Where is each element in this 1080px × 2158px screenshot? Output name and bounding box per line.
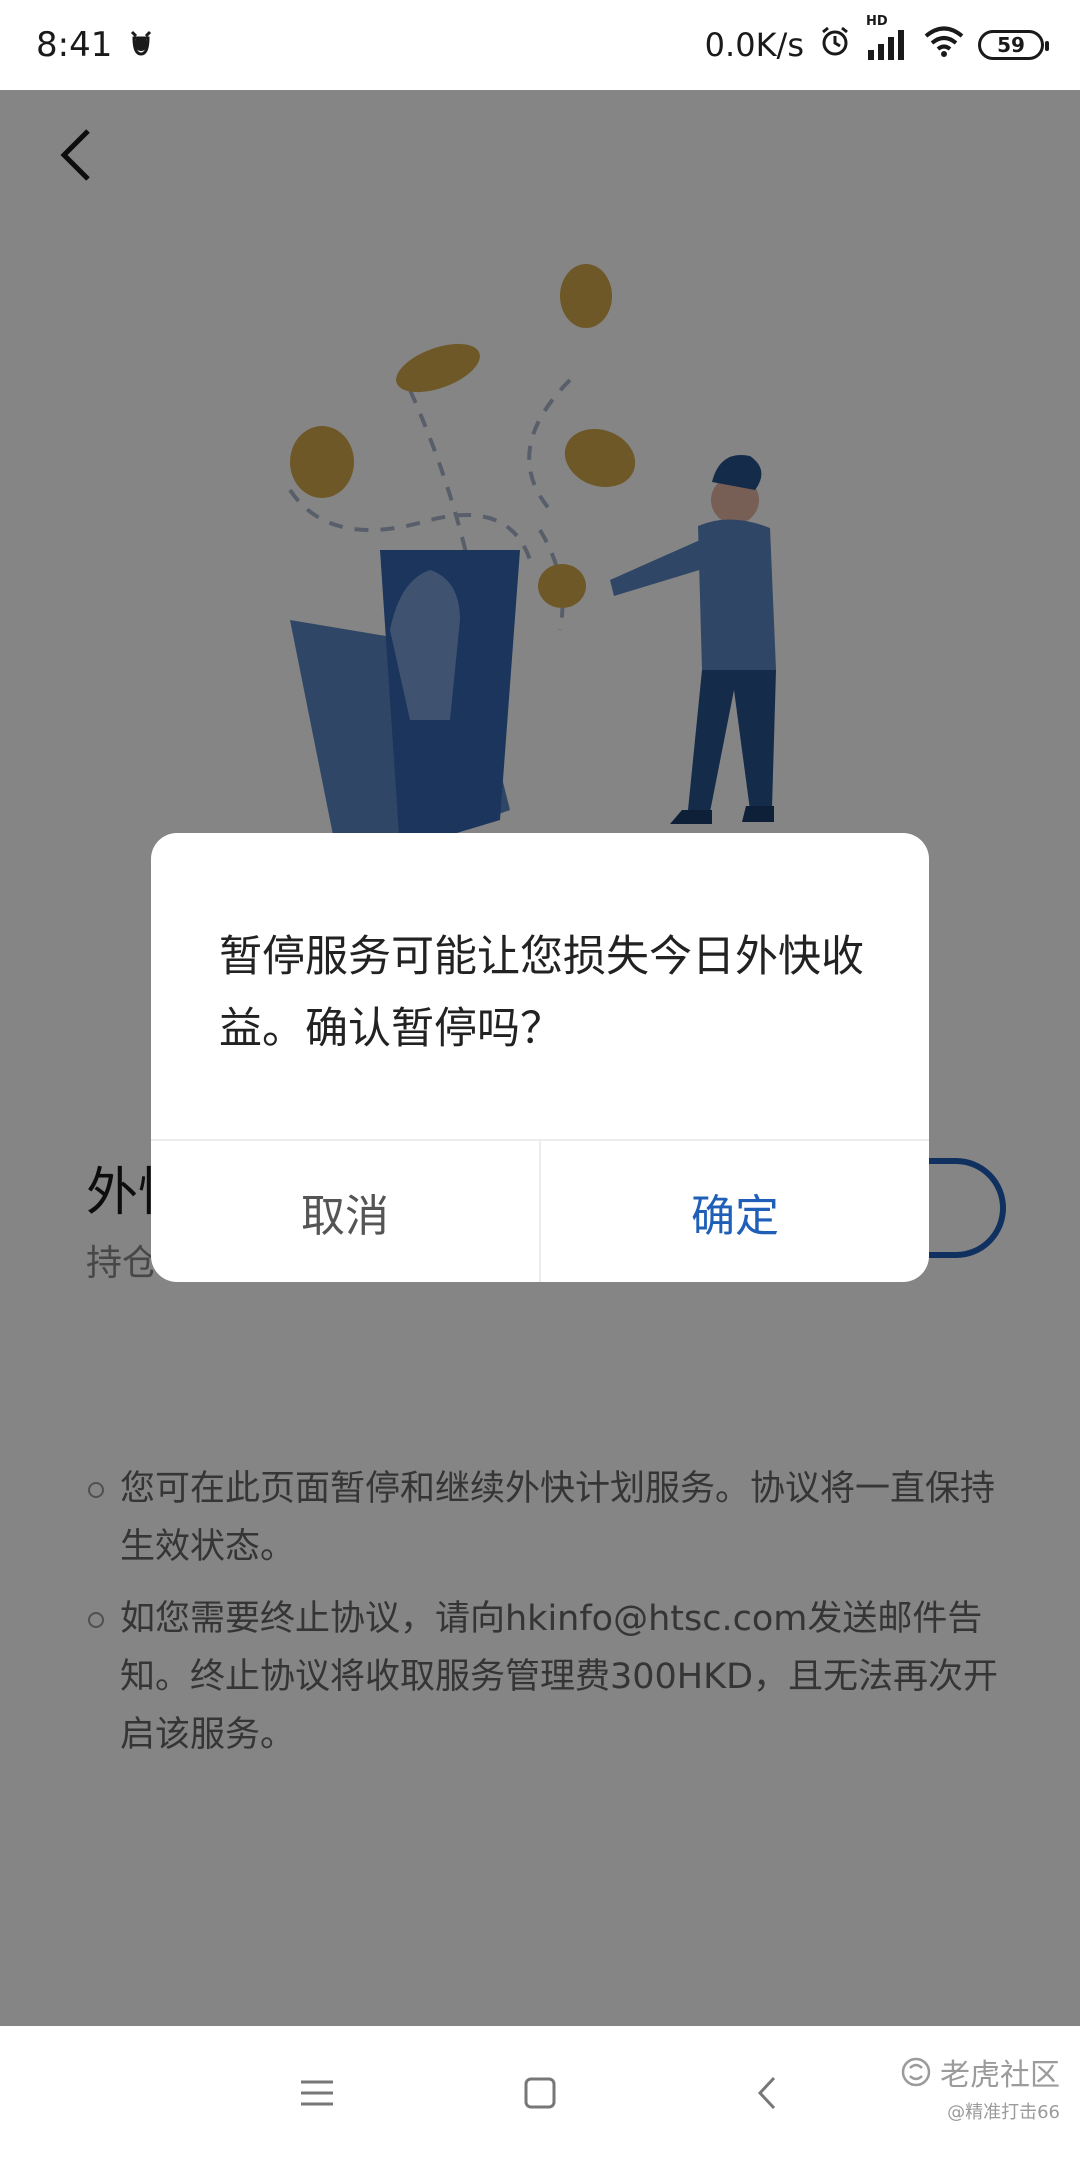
status-right: 0.0K/s HD 59 — [704, 14, 1049, 66]
back-nav-icon[interactable] — [742, 2068, 792, 2118]
menu-icon[interactable] — [292, 2068, 342, 2118]
wifi-icon — [924, 25, 964, 65]
network-speed: 0.0K/s — [704, 26, 804, 64]
cancel-button[interactable]: 取消 — [151, 1141, 541, 1282]
status-time: 8:41 — [36, 25, 113, 65]
battery-level: 59 — [997, 33, 1025, 57]
battery-icon: 59 — [978, 30, 1049, 60]
signal-icon: HD — [866, 14, 910, 62]
status-left: 8:41 — [36, 25, 156, 65]
tiger-logo-icon — [901, 2057, 931, 2087]
dialog-message: 暂停服务可能让您损失今日外快收益。确认暂停吗？ — [219, 932, 864, 1054]
watermark: 老虎社区 @精准打击66 — [900, 2050, 1060, 2124]
confirm-dialog: 暂停服务可能让您损失今日外快收益。确认暂停吗？ 取消 确定 — [151, 833, 929, 1282]
alarm-icon — [818, 24, 852, 66]
status-bar: 8:41 0.0K/s HD 59 — [0, 0, 1080, 90]
watermark-main: 老虎社区 — [900, 2050, 1060, 2094]
confirm-button[interactable]: 确定 — [541, 1141, 929, 1282]
dialog-actions: 取消 确定 — [151, 1139, 929, 1282]
watermark-sub: @精准打击66 — [947, 2102, 1060, 2123]
notification-icon — [126, 28, 156, 62]
watermark-text: 老虎社区 — [940, 2058, 1060, 2093]
nav-bar: 老虎社区 @精准打击66 — [0, 2026, 1080, 2158]
home-icon[interactable] — [515, 2068, 565, 2118]
hd-label: HD — [866, 14, 888, 29]
